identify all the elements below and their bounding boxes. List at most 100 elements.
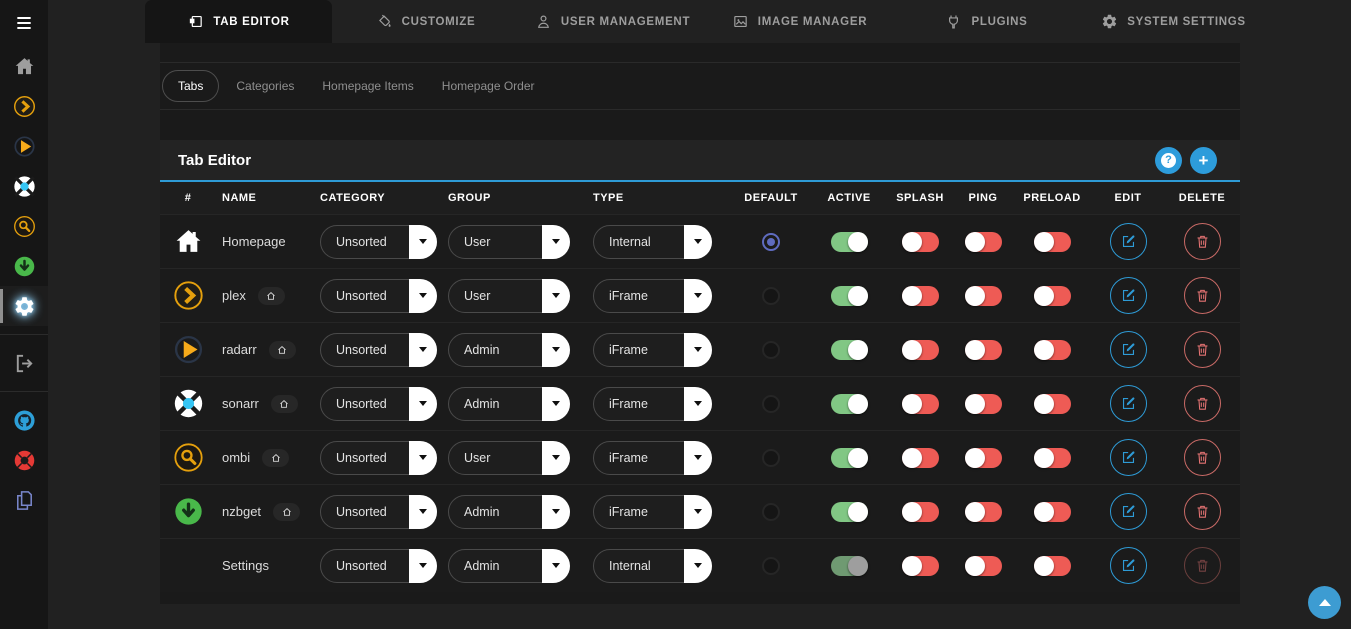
group-select[interactable]: Admin [448,549,570,583]
sidebar-item-ombi[interactable] [0,206,48,246]
type-select[interactable]: iFrame [593,495,712,529]
default-radio[interactable] [762,503,780,521]
delete-button[interactable] [1184,277,1221,314]
delete-button[interactable] [1184,331,1221,368]
category-select[interactable]: Unsorted [320,225,437,259]
edit-button[interactable] [1110,493,1147,530]
preload-toggle[interactable] [1034,340,1071,360]
hamburger-menu-button[interactable] [0,0,48,46]
active-toggle[interactable] [831,286,868,306]
sidebar-item-radarr[interactable] [0,126,48,166]
splash-toggle[interactable] [902,232,939,252]
edit-button[interactable] [1110,385,1147,422]
ping-toggle[interactable] [965,232,1002,252]
ping-toggle[interactable] [965,502,1002,522]
type-select[interactable]: iFrame [593,387,712,421]
edit-button[interactable] [1110,547,1147,584]
edit-button[interactable] [1110,223,1147,260]
subtab-homepage-items[interactable]: Homepage Items [308,70,427,102]
sidebar-item-github[interactable] [0,400,48,440]
edit-button[interactable] [1110,277,1147,314]
sidebar-item-settings[interactable] [0,286,48,326]
ping-toggle[interactable] [965,394,1002,414]
group-select[interactable]: User [448,279,570,313]
sidebar-item-support[interactable] [0,440,48,480]
homepage-badge-button[interactable] [258,287,285,305]
active-toggle[interactable] [831,502,868,522]
preload-toggle[interactable] [1034,556,1071,576]
homepage-badge-button[interactable] [262,449,289,467]
category-select[interactable]: Unsorted [320,441,437,475]
scroll-to-top-button[interactable] [1308,586,1341,619]
ping-toggle[interactable] [965,286,1002,306]
preload-toggle[interactable] [1034,502,1071,522]
preload-toggle[interactable] [1034,232,1071,252]
splash-toggle[interactable] [902,340,939,360]
default-radio[interactable] [762,449,780,467]
splash-toggle[interactable] [902,556,939,576]
default-radio[interactable] [762,341,780,359]
sidebar-item-docs[interactable] [0,480,48,520]
category-select[interactable]: Unsorted [320,549,437,583]
splash-toggle[interactable] [902,286,939,306]
delete-button[interactable] [1184,439,1221,476]
type-select[interactable]: iFrame [593,279,712,313]
sidebar-item-nzbget[interactable] [0,246,48,286]
ping-toggle[interactable] [965,556,1002,576]
delete-button[interactable] [1184,493,1221,530]
subtab-tabs[interactable]: Tabs [162,70,219,102]
active-toggle[interactable] [831,232,868,252]
default-radio[interactable] [762,557,780,575]
default-radio[interactable] [762,395,780,413]
delete-button[interactable] [1184,223,1221,260]
category-select[interactable]: Unsorted [320,387,437,421]
homepage-badge-button[interactable] [271,395,298,413]
preload-toggle[interactable] [1034,286,1071,306]
tab-tab-editor[interactable]: TAB EDITOR [145,0,332,43]
sidebar-item-home[interactable] [0,46,48,86]
edit-button[interactable] [1110,331,1147,368]
group-select[interactable]: User [448,225,570,259]
type-select[interactable]: Internal [593,549,712,583]
active-toggle[interactable] [831,448,868,468]
tab-system-settings[interactable]: SYSTEM SETTINGS [1080,0,1267,43]
category-select[interactable]: Unsorted [320,495,437,529]
sidebar-item-logout[interactable] [0,343,48,383]
splash-toggle[interactable] [902,448,939,468]
homepage-badge-button[interactable] [273,503,300,521]
sidebar-item-sonarr[interactable] [0,166,48,206]
active-toggle[interactable] [831,340,868,360]
type-select[interactable]: iFrame [593,441,712,475]
help-button[interactable]: ? [1155,147,1182,174]
group-select[interactable]: Admin [448,495,570,529]
subtab-homepage-order[interactable]: Homepage Order [428,70,549,102]
default-radio[interactable] [762,233,780,251]
group-select[interactable]: Admin [448,333,570,367]
preload-toggle[interactable] [1034,394,1071,414]
splash-toggle[interactable] [902,394,939,414]
type-select[interactable]: iFrame [593,333,712,367]
tab-image-manager[interactable]: IMAGE MANAGER [706,0,893,43]
subtab-categories[interactable]: Categories [222,70,308,102]
plex-icon [173,280,204,311]
ping-toggle[interactable] [965,340,1002,360]
group-select[interactable]: User [448,441,570,475]
group-select[interactable]: Admin [448,387,570,421]
add-tab-button[interactable]: + [1190,147,1217,174]
homepage-badge-button[interactable] [269,341,296,359]
preload-toggle[interactable] [1034,448,1071,468]
category-select[interactable]: Unsorted [320,333,437,367]
tab-customize[interactable]: CUSTOMIZE [332,0,519,43]
type-select[interactable]: Internal [593,225,712,259]
ping-toggle[interactable] [965,448,1002,468]
active-toggle[interactable] [831,556,868,576]
category-select[interactable]: Unsorted [320,279,437,313]
edit-button[interactable] [1110,439,1147,476]
splash-toggle[interactable] [902,502,939,522]
sidebar-item-plex[interactable] [0,86,48,126]
active-toggle[interactable] [831,394,868,414]
default-radio[interactable] [762,287,780,305]
tab-plugins[interactable]: PLUGINS [893,0,1080,43]
delete-button[interactable] [1184,385,1221,422]
tab-user-management[interactable]: USER MANAGEMENT [519,0,706,43]
